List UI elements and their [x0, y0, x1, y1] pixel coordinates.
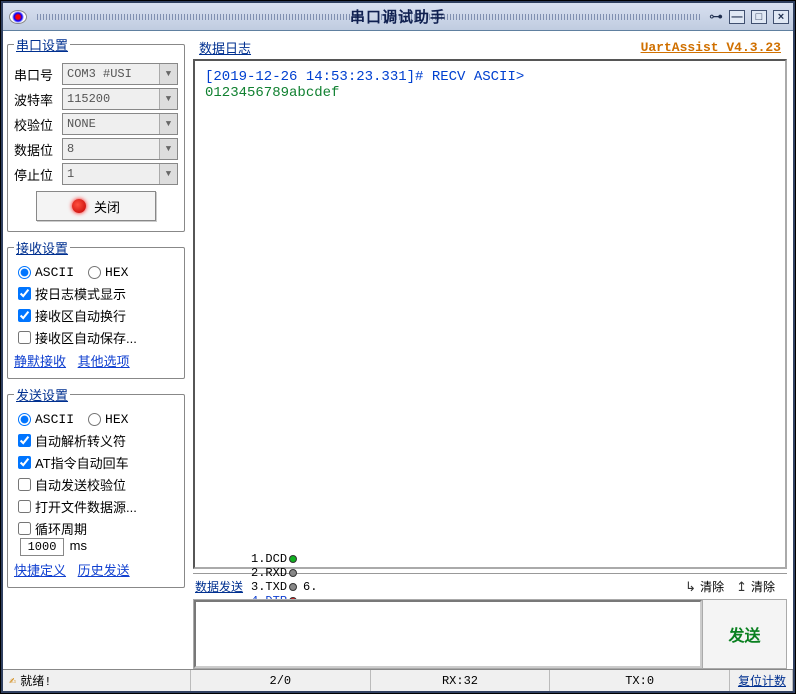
send-loop-check[interactable]: 循环周期 [18, 519, 178, 538]
recv-logmode-check[interactable]: 按日志模式显示 [18, 284, 178, 303]
open-close-button[interactable]: 关闭 [36, 191, 156, 221]
stopbits-select[interactable]: 1▼ [62, 163, 178, 185]
clear-recv-link[interactable]: 清除 [751, 578, 775, 595]
pin-dcd: 1.DCD [251, 552, 297, 566]
status-dot-icon [289, 555, 297, 563]
other-options-link[interactable]: 其他选项 [78, 354, 130, 369]
send-settings-group: 发送设置 ASCII HEX 自动解析转义符 AT指令自动回车 自动发送校验位 … [7, 385, 185, 588]
status-tx: TX:0 [550, 670, 730, 691]
titlebar-grip [35, 14, 360, 20]
baud-label: 波特率 [14, 90, 62, 109]
send-atcr-check[interactable]: AT指令自动回车 [18, 453, 178, 472]
port-label: 串口号 [14, 65, 62, 84]
send-input[interactable] [194, 600, 702, 668]
send-title: 数据发送 [195, 578, 243, 595]
titlebar: 串口调试助手 ⊶ — □ × [3, 3, 793, 31]
connection-status-icon [72, 199, 86, 213]
recv-settings-group: 接收设置 ASCII HEX 按日志模式显示 接收区自动换行 接收区自动保存..… [7, 238, 185, 379]
close-button[interactable]: × [773, 10, 789, 24]
recv-legend: 接收设置 [14, 238, 70, 257]
recv-hex-radio[interactable]: HEX [88, 265, 128, 280]
clear-send-link[interactable]: 清除 [700, 578, 724, 595]
chevron-down-icon[interactable]: ▼ [159, 89, 177, 109]
send-legend: 发送设置 [14, 385, 70, 404]
chevron-down-icon[interactable]: ▼ [159, 139, 177, 159]
ms-label: ms [70, 538, 87, 553]
statusbar: ✍ 就绪! 2/0 RX:32 TX:0 复位计数 [3, 669, 793, 691]
recv-autowrap-check[interactable]: 接收区自动换行 [18, 306, 178, 325]
status-counts: 2/0 [191, 670, 371, 691]
parity-label: 校验位 [14, 115, 62, 134]
baud-select[interactable]: 115200▼ [62, 88, 178, 110]
serial-legend: 串口设置 [14, 35, 70, 54]
log-textarea[interactable]: [2019-12-26 14:53:23.331]# RECV ASCII> 0… [193, 59, 787, 569]
log-title: 数据日志 [199, 38, 251, 57]
reset-count-link[interactable]: 复位计数 [730, 670, 793, 691]
recv-autosave-check[interactable]: 接收区自动保存... [18, 328, 178, 347]
return-icon[interactable]: ↳ [685, 579, 696, 595]
chevron-down-icon[interactable]: ▼ [159, 114, 177, 134]
close-button-label: 关闭 [94, 197, 120, 216]
chevron-down-icon[interactable]: ▼ [159, 164, 177, 184]
status-dot-icon [289, 583, 297, 591]
pin-txd: 3.TXD [251, 580, 297, 594]
databits-label: 数据位 [14, 140, 62, 159]
status-dot-icon [289, 569, 297, 577]
maximize-button[interactable]: □ [751, 10, 767, 24]
recv-ascii-radio[interactable]: ASCII [18, 265, 74, 280]
send-ascii-radio[interactable]: ASCII [18, 412, 74, 427]
left-panel: 串口设置 串口号 COM3 #USI▼ 波特率 115200▼ 校验位 NONE… [3, 31, 191, 669]
ready-icon: ✍ [9, 673, 16, 688]
pin-icon[interactable]: ⊶ [709, 8, 723, 25]
quick-define-link[interactable]: 快捷定义 [14, 563, 66, 578]
pin-6: 6. [303, 580, 317, 594]
history-send-link[interactable]: 历史发送 [78, 563, 130, 578]
log-meta-line: [2019-12-26 14:53:23.331]# RECV ASCII> [205, 69, 775, 85]
ready-label: 就绪! [20, 672, 51, 689]
send-autochecksum-check[interactable]: 自动发送校验位 [18, 475, 178, 494]
app-logo-icon [9, 10, 27, 24]
serial-settings-group: 串口设置 串口号 COM3 #USI▼ 波特率 115200▼ 校验位 NONE… [7, 35, 185, 232]
right-panel: 数据日志 UartAssist V4.3.23 [2019-12-26 14:5… [191, 31, 793, 669]
log-data-line: 0123456789abcdef [205, 85, 775, 101]
silent-recv-link[interactable]: 静默接收 [14, 354, 66, 369]
status-rx: RX:32 [371, 670, 551, 691]
version-label[interactable]: UartAssist V4.3.23 [641, 40, 781, 55]
send-escape-check[interactable]: 自动解析转义符 [18, 431, 178, 450]
stopbits-label: 停止位 [14, 165, 62, 184]
pin-rxd: 2.RXD [251, 566, 297, 580]
parity-select[interactable]: NONE▼ [62, 113, 178, 135]
window-title: 串口调试助手 [350, 6, 446, 27]
chevron-down-icon[interactable]: ▼ [159, 64, 177, 84]
databits-select[interactable]: 8▼ [62, 138, 178, 160]
send-openfile-check[interactable]: 打开文件数据源... [18, 497, 178, 516]
port-select[interactable]: COM3 #USI▼ [62, 63, 178, 85]
send-header: 数据发送 1.DCD2.RXD3.TXD4.DTR5.GND 6. ↳ 清除 ↥… [193, 573, 787, 599]
send-button[interactable]: 发送 [702, 600, 786, 668]
loop-period-input[interactable] [20, 538, 64, 556]
send-hex-radio[interactable]: HEX [88, 412, 128, 427]
up-icon[interactable]: ↥ [736, 579, 747, 595]
minimize-button[interactable]: — [729, 10, 745, 24]
